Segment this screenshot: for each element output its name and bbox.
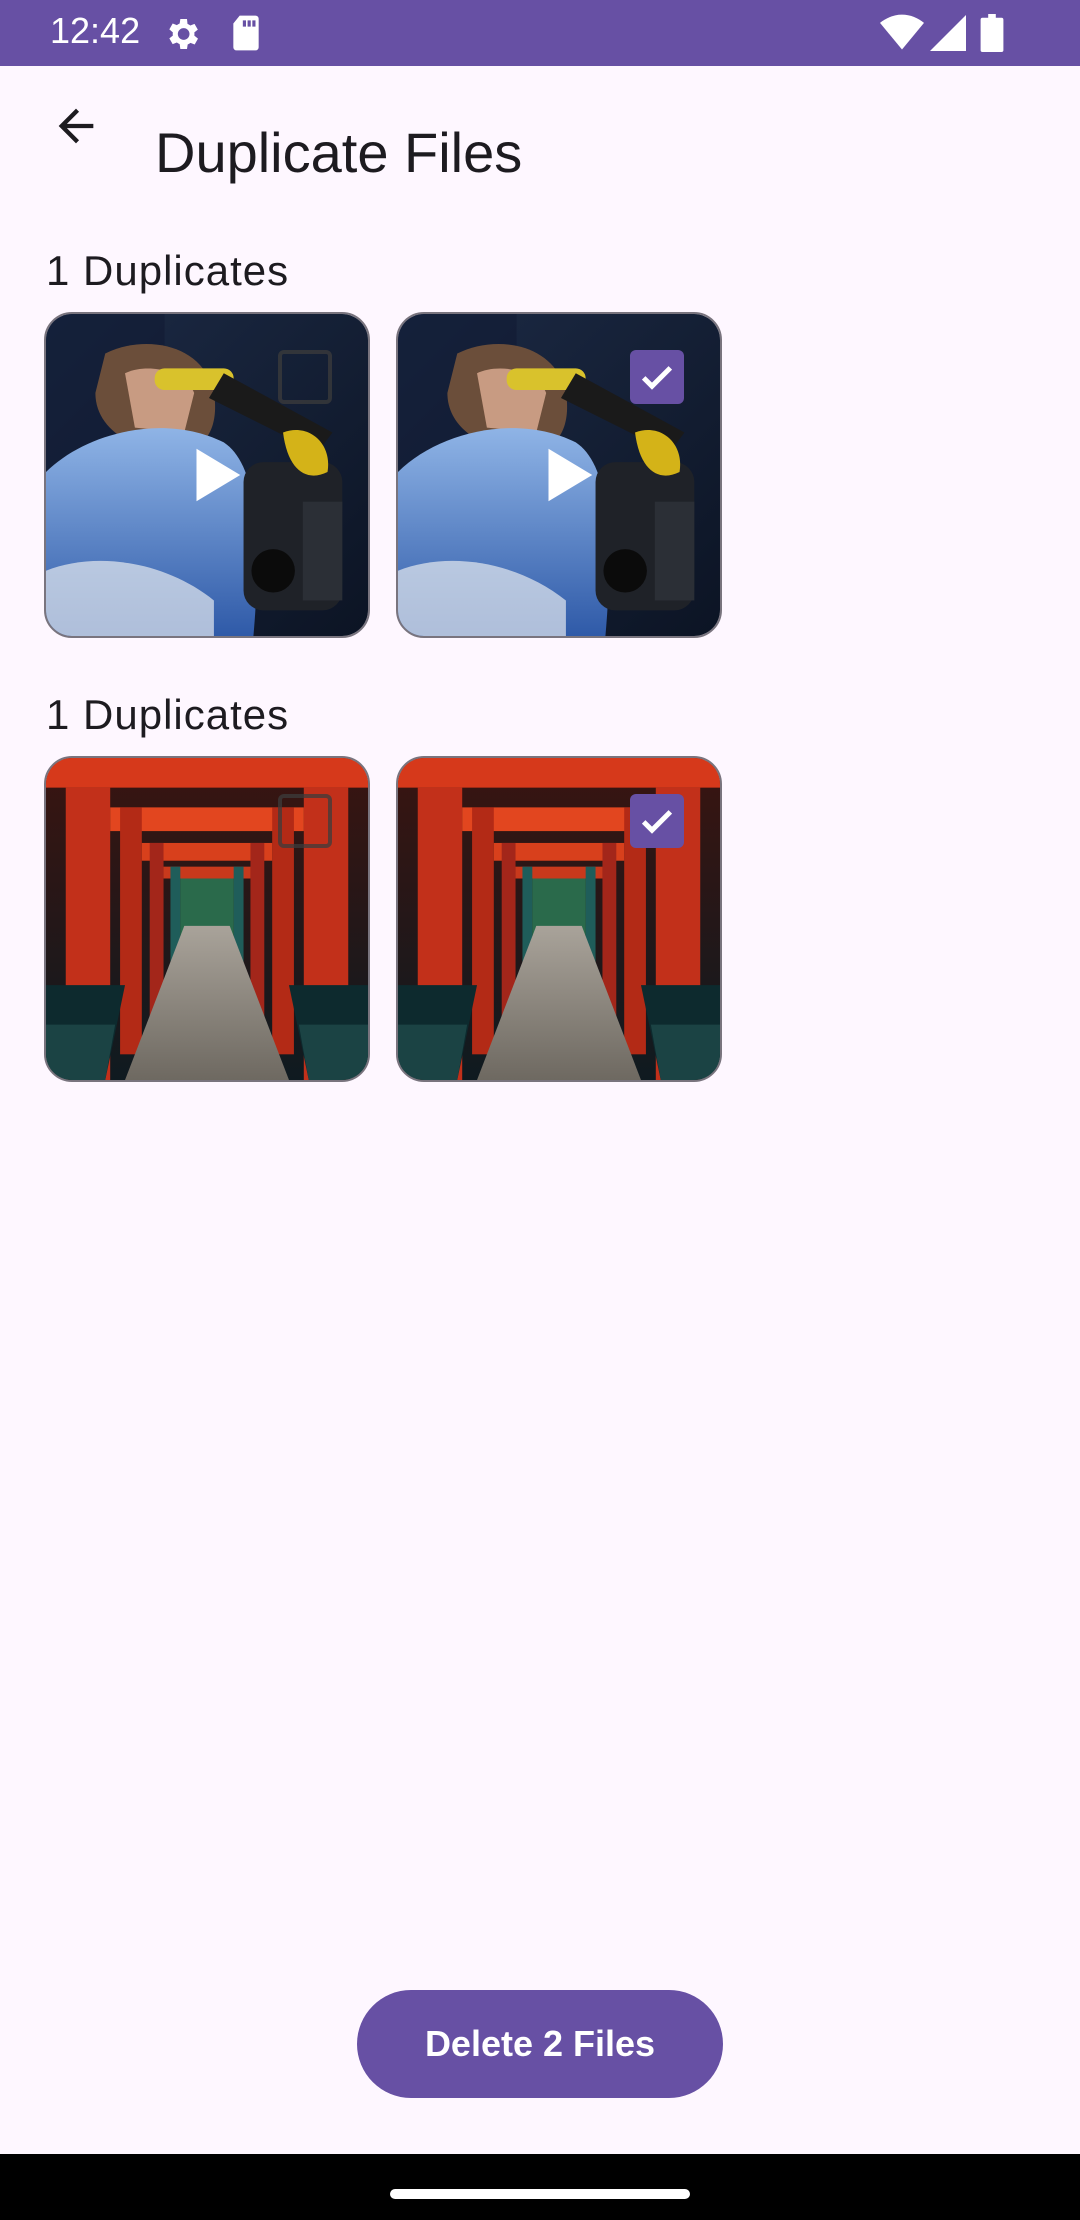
- sd-card-icon: [230, 14, 262, 57]
- signal-icon: [930, 14, 966, 57]
- thumbnail-video[interactable]: [44, 312, 370, 638]
- checkbox-unchecked[interactable]: [278, 350, 332, 404]
- navigation-bar: [0, 2154, 1080, 2220]
- thumbnail-image[interactable]: [396, 756, 722, 1082]
- battery-icon: [980, 14, 1004, 57]
- back-button[interactable]: [36, 88, 116, 168]
- status-bar: 12:42: [0, 0, 1080, 66]
- delete-files-button[interactable]: Delete 2 Files: [357, 1990, 723, 2098]
- home-gesture-handle[interactable]: [390, 2189, 690, 2199]
- checkbox-checked[interactable]: [630, 794, 684, 848]
- check-icon: [641, 810, 673, 834]
- check-icon: [641, 366, 673, 390]
- wifi-icon: [880, 14, 924, 57]
- group-title: 1 Duplicates: [46, 691, 290, 738]
- checkbox-checked[interactable]: [630, 350, 684, 404]
- page-title: Duplicate Files: [155, 121, 523, 184]
- settings-icon: [162, 14, 202, 59]
- status-time: 12:42: [50, 10, 141, 51]
- play-icon: [179, 440, 249, 510]
- thumbnail-video[interactable]: [396, 312, 722, 638]
- checkbox-unchecked[interactable]: [278, 794, 332, 848]
- thumbnail-image[interactable]: [44, 756, 370, 1082]
- group-title: 1 Duplicates: [46, 247, 290, 294]
- arrow-back-icon: [50, 100, 102, 157]
- play-icon: [531, 440, 601, 510]
